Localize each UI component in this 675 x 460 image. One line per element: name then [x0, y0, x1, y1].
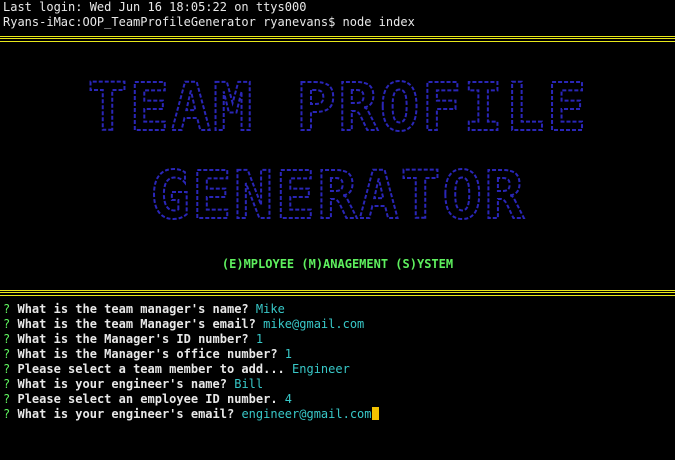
prompt-answer: Bill [234, 377, 264, 391]
prompt-line: ? What is the team Manager's email? mike… [3, 317, 379, 332]
last-login-line: Last login: Wed Jun 16 18:05:22 on ttys0… [3, 0, 307, 14]
question-mark-icon: ? [3, 392, 11, 406]
prompt-answer: 1 [255, 332, 264, 346]
prompt-line: ? What is the team manager's name? Mike [3, 302, 379, 317]
question-mark-icon: ? [3, 377, 11, 391]
prompt-answer: Mike [255, 302, 285, 316]
prompt-line: ? What is the Manager's ID number? 1 [3, 332, 379, 347]
question-mark-icon: ? [3, 302, 11, 316]
prompt-input-value[interactable]: engineer@gmail.com [241, 407, 371, 421]
prompt-answer: 4 [284, 392, 293, 406]
question-mark-icon: ? [3, 317, 11, 331]
prompt-question: What is the Manager's office number? [17, 347, 278, 361]
prompt-question: What is your engineer's name? [17, 377, 227, 391]
text-cursor [371, 407, 379, 420]
banner-title-line1: TEAM PROFILE [0, 66, 675, 142]
prompt-question: What is your engineer's email? [17, 407, 235, 421]
prompt-question: What is the team Manager's email? [17, 317, 256, 331]
prompt-line-active[interactable]: ? What is your engineer's email? enginee… [3, 407, 379, 422]
prompt-question: What is the team manager's name? [17, 302, 249, 316]
prompt-line: ? What is your engineer's name? Bill [3, 377, 379, 392]
prompt-answer: 1 [284, 347, 293, 361]
question-mark-icon: ? [3, 407, 11, 421]
prompt-line: ? What is the Manager's office number? 1 [3, 347, 379, 362]
prompt-list: ? What is the team manager's name? Mike … [3, 302, 379, 422]
banner-subtitle: (E)MPLOYEE (M)ANAGEMENT (S)YSTEM [221, 257, 454, 271]
prompt-line: ? Please select a team member to add... … [3, 362, 379, 377]
separator-bottom [0, 290, 675, 296]
question-mark-icon: ? [3, 362, 11, 376]
command-prompt-line: Ryans-iMac:OOP_TeamProfileGenerator ryan… [3, 15, 415, 29]
prompt-question: Please select an employee ID number. [17, 392, 278, 406]
separator-top [0, 36, 675, 42]
banner-generator-art: GENERATOR [149, 156, 526, 230]
prompt-answer: Engineer [292, 362, 350, 376]
prompt-line: ? Please select an employee ID number. 4 [3, 392, 379, 407]
banner-team-profile-art: TEAM PROFILE [86, 68, 588, 142]
svg-text:TEAM PROFILE: TEAM PROFILE [87, 69, 588, 142]
question-mark-icon: ? [3, 347, 11, 361]
prompt-question: Please select a team member to add... [17, 362, 285, 376]
prompt-answer: mike@gmail.com [263, 317, 365, 331]
question-mark-icon: ? [3, 332, 11, 346]
prompt-question: What is the Manager's ID number? [17, 332, 249, 346]
svg-text:GENERATOR: GENERATOR [150, 157, 526, 230]
banner-title-line2: GENERATOR [0, 150, 675, 230]
